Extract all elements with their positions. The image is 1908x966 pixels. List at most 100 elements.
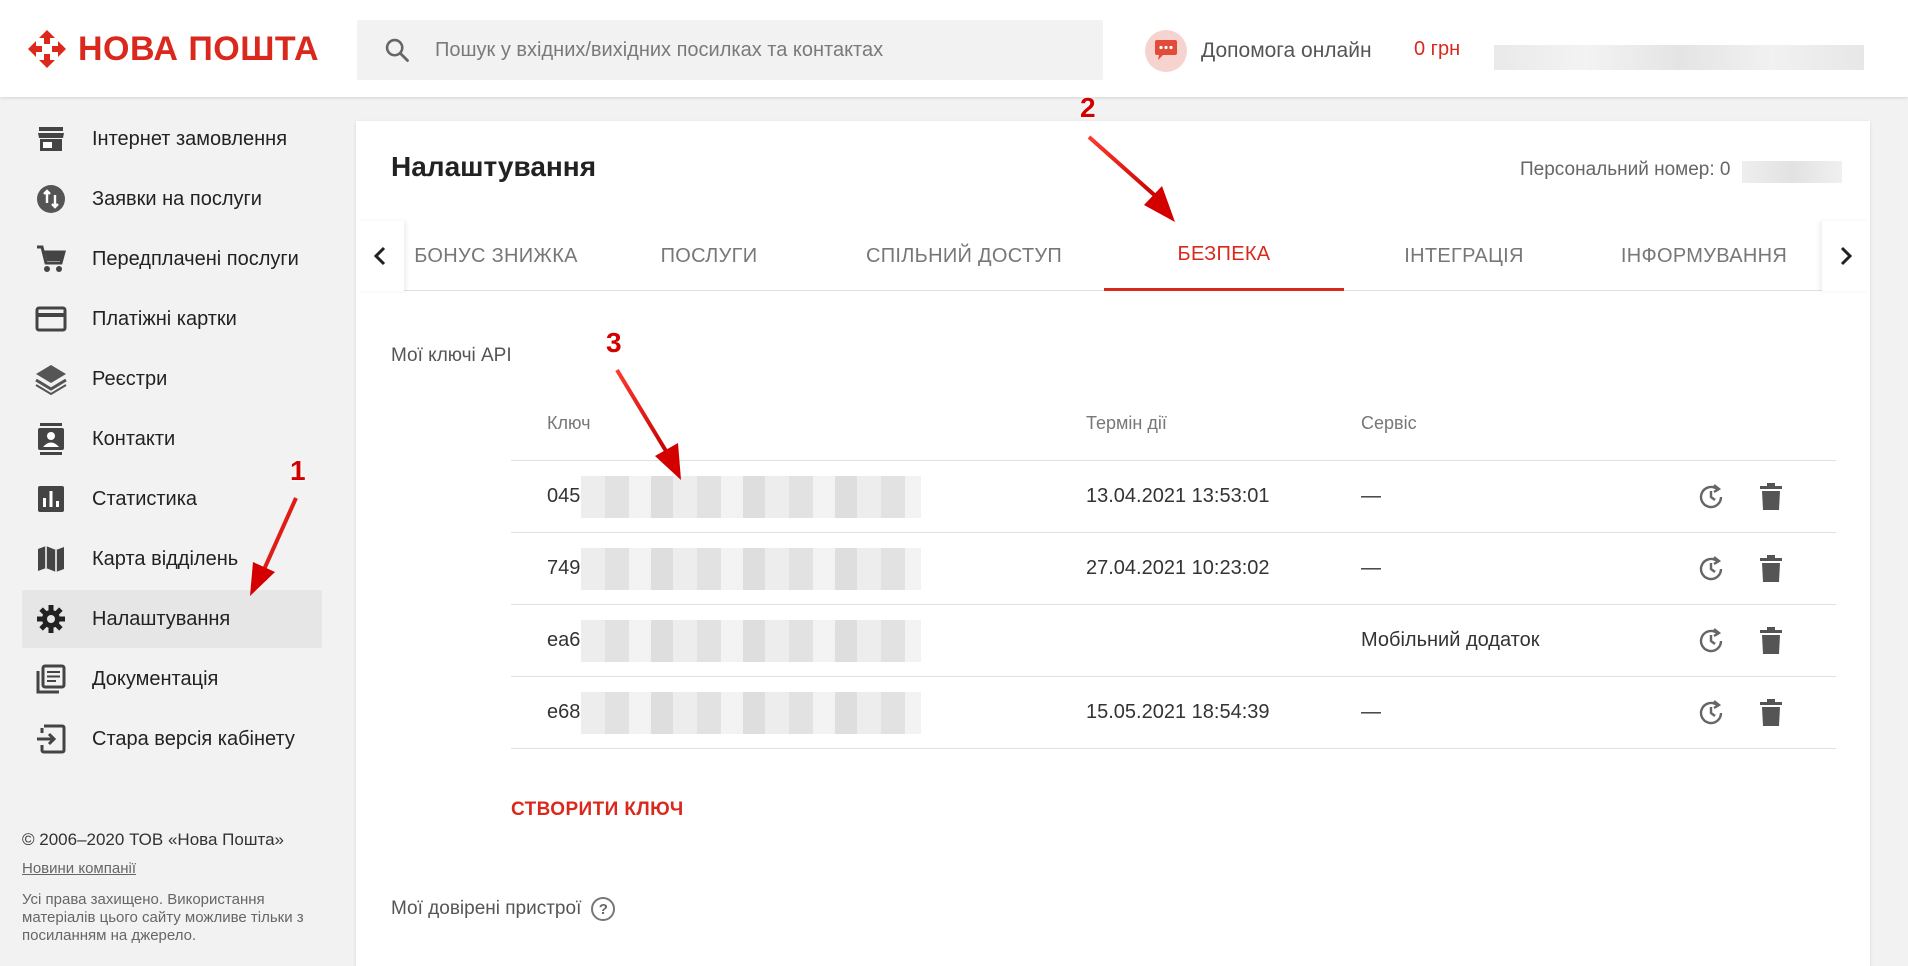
- renew-key-icon[interactable]: [1691, 621, 1731, 661]
- annotation-number-3: 3: [606, 327, 622, 358]
- sidebar-item-label: Налаштування: [92, 607, 231, 630]
- api-key-value: ea6: [547, 629, 581, 651]
- column-header-term: Термін дії: [1086, 413, 1167, 433]
- contacts-icon: [26, 414, 76, 464]
- exit-to-app-icon: [26, 714, 76, 764]
- library-books-icon: [26, 654, 76, 704]
- sidebar-item-contacts[interactable]: Контакти: [22, 410, 322, 468]
- gear-icon: [26, 594, 76, 644]
- help-online-button[interactable]: Допомога онлайн: [1145, 30, 1372, 72]
- api-key-value: 045: [547, 485, 581, 507]
- api-key-redacted: [581, 620, 921, 662]
- chevron-left-icon: [373, 246, 386, 266]
- annotation-number-2: 2: [1080, 92, 1096, 123]
- table-bottom-divider: [511, 748, 1836, 749]
- page-title: Налаштування: [391, 151, 597, 182]
- api-key-redacted: [581, 692, 921, 734]
- tabs-scroll-left-button[interactable]: [356, 221, 404, 291]
- delete-key-icon[interactable]: [1751, 621, 1791, 661]
- sidebar-item-label: Контакти: [92, 427, 176, 450]
- bar-chart-icon: [26, 474, 76, 524]
- balance-amount[interactable]: 0 грн: [1414, 38, 1460, 61]
- sidebar-item-settings[interactable]: Налаштування: [22, 590, 322, 648]
- sidebar-item-service-requests[interactable]: Заявки на послуги: [22, 170, 322, 228]
- tab-shared-access[interactable]: Спільний доступ: [844, 221, 1084, 291]
- sidebar-item-prepaid-services[interactable]: Передплачені послуги: [22, 230, 322, 288]
- user-name-redacted[interactable]: [1494, 45, 1864, 70]
- sidebar-item-label: Документація: [92, 667, 219, 690]
- help-online-label: Допомога онлайн: [1201, 39, 1372, 62]
- renew-key-icon[interactable]: [1691, 693, 1731, 733]
- top-header: НОВА ПОШТА Допомога онлайн 0 грн: [0, 0, 1908, 97]
- nova-poshta-logo[interactable]: НОВА ПОШТА: [26, 28, 319, 70]
- sidebar-item-payment-cards[interactable]: Платіжні картки: [22, 290, 322, 348]
- table-row: 749 27.04.2021 10:23:02 —: [511, 532, 1836, 604]
- search-input[interactable]: [435, 38, 1075, 62]
- api-key-redacted: [581, 548, 921, 590]
- copyright-text: © 2006–2020 ТОВ «Нова Пошта»: [22, 830, 284, 849]
- trusted-devices-label: Мої довірені пристрої: [391, 898, 582, 919]
- annotation-number-1: 1: [290, 455, 306, 486]
- sidebar-item-internet-orders[interactable]: Інтернет замовлення: [22, 110, 322, 168]
- tab-integration[interactable]: Інтеграція: [1344, 221, 1584, 291]
- personal-number-redacted: [1742, 161, 1842, 183]
- row-actions: [1691, 621, 1791, 661]
- map-icon: [26, 534, 76, 584]
- logo-text: НОВА ПОШТА: [78, 29, 320, 68]
- chevron-right-icon: [1840, 246, 1853, 266]
- chat-bubble-icon: [1145, 30, 1187, 72]
- sidebar-footer: © 2006–2020 ТОВ «Нова Пошта» Новини комп…: [22, 830, 322, 945]
- row-actions: [1691, 693, 1791, 733]
- company-news-link[interactable]: Новини компанії: [22, 860, 322, 877]
- row-actions: [1691, 477, 1791, 517]
- cart-icon: [26, 234, 76, 284]
- sidebar-item-label: Заявки на послуги: [92, 187, 262, 210]
- renew-key-icon[interactable]: [1691, 477, 1731, 517]
- sidebar-item-documentation[interactable]: Документація: [22, 650, 322, 708]
- row-actions: [1691, 549, 1791, 589]
- api-key-service: —: [1361, 701, 1381, 723]
- personal-number-label: Персональний номер: 0: [1520, 159, 1731, 180]
- api-key-service: —: [1361, 557, 1381, 579]
- tabs-scroll-right-button[interactable]: [1822, 221, 1870, 291]
- tabs-viewport: Бонус знижка Послуги Спільний доступ Без…: [404, 221, 1822, 291]
- sidebar-item-label: Інтернет замовлення: [92, 127, 288, 150]
- search-icon[interactable]: [367, 20, 427, 80]
- api-keys-section-label: Мої ключі API: [391, 345, 512, 366]
- api-key-service: Мобільний додаток: [1361, 629, 1540, 651]
- tab-services[interactable]: Послуги: [589, 221, 829, 291]
- help-question-icon[interactable]: ?: [591, 897, 616, 921]
- tab-notifications[interactable]: Інформування: [1584, 221, 1822, 291]
- sidebar-item-label: Передплачені послуги: [92, 247, 299, 270]
- store-icon: [26, 114, 76, 164]
- api-key-service: —: [1361, 485, 1381, 507]
- search-bar[interactable]: [357, 20, 1103, 80]
- swap-arrows-icon: [26, 174, 76, 224]
- sidebar-item-statistics[interactable]: Статистика: [22, 470, 322, 528]
- delete-key-icon[interactable]: [1751, 693, 1791, 733]
- table-row: e68 15.05.2021 18:54:39 —: [511, 676, 1836, 748]
- api-key-term: 15.05.2021 18:54:39: [1086, 701, 1270, 723]
- sidebar-item-label: Платіжні картки: [92, 307, 237, 330]
- delete-key-icon[interactable]: [1751, 549, 1791, 589]
- tab-bonus-discount[interactable]: Бонус знижка: [404, 221, 616, 291]
- column-header-key: Ключ: [547, 413, 591, 433]
- sidebar-item-label: Реєстри: [92, 367, 168, 390]
- sidebar-item-label: Статистика: [92, 487, 198, 510]
- api-key-value: 749: [547, 557, 581, 579]
- trusted-devices-section: Мої довірені пристрої ?: [391, 897, 616, 921]
- sidebar-item-old-version[interactable]: Стара версія кабінету: [22, 710, 322, 768]
- nova-poshta-logo-mark-icon: [26, 28, 68, 70]
- rights-text: Усі права захищено. Використання матеріа…: [22, 891, 304, 944]
- api-key-redacted: [581, 476, 921, 518]
- create-key-button[interactable]: СТВОРИТИ КЛЮЧ: [511, 799, 684, 821]
- sidebar-item-branch-map[interactable]: Карта відділень: [22, 530, 322, 588]
- layers-icon: [26, 354, 76, 404]
- table-row: ea6 Мобільний додаток: [511, 604, 1836, 676]
- delete-key-icon[interactable]: [1751, 477, 1791, 517]
- api-key-term: 27.04.2021 10:23:02: [1086, 557, 1270, 579]
- tab-security[interactable]: Безпека: [1104, 221, 1344, 291]
- column-header-service: Сервіс: [1361, 413, 1417, 433]
- sidebar-item-registries[interactable]: Реєстри: [22, 350, 322, 408]
- renew-key-icon[interactable]: [1691, 549, 1731, 589]
